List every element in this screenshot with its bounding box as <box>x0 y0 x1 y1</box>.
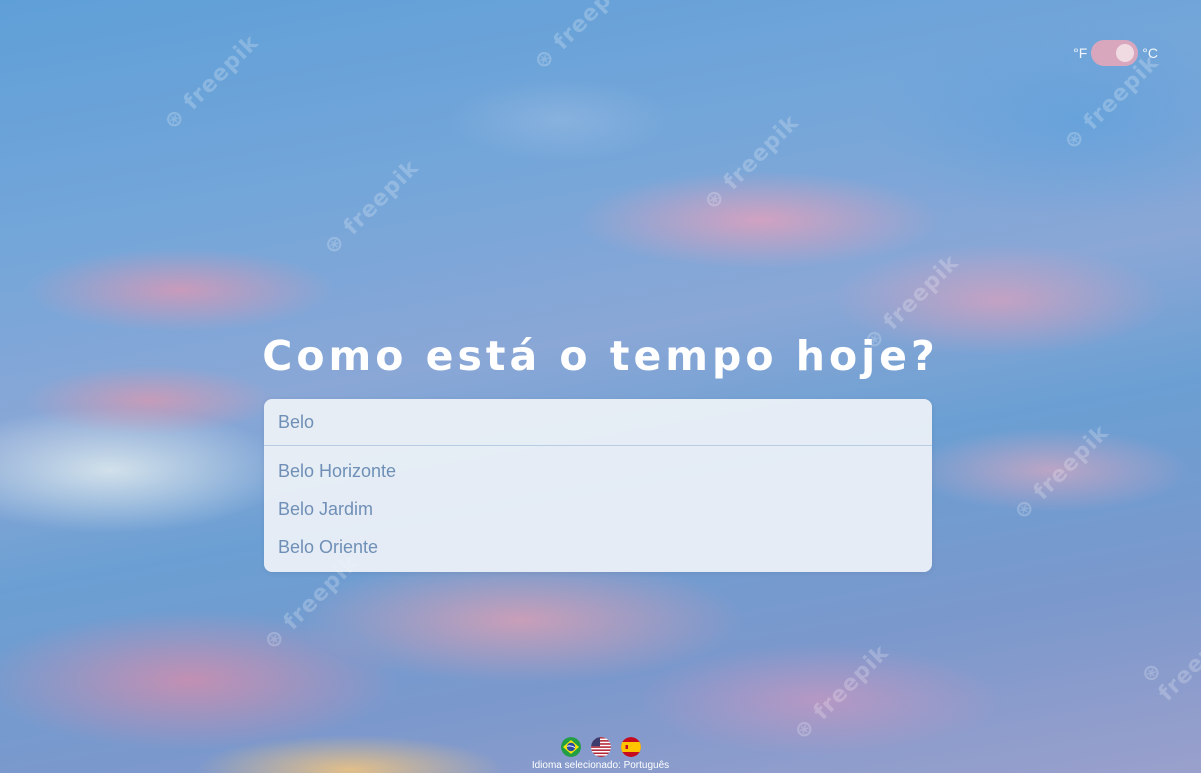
page-title: Como está o tempo hoje? <box>262 332 939 380</box>
watermark: ⊛ freepik <box>529 0 635 75</box>
switch-knob <box>1116 44 1135 62</box>
suggestion-item[interactable]: Belo Horizonte <box>264 452 932 490</box>
watermark: ⊛ freepik <box>699 110 805 215</box>
celsius-label: °C <box>1142 45 1158 61</box>
watermark: ⊛ freepik <box>319 155 425 260</box>
watermark: ⊛ freepik <box>159 30 265 135</box>
watermark: ⊛ freepik <box>1136 621 1201 707</box>
watermark: ⊛ freepik <box>1009 420 1115 525</box>
suggestion-item[interactable]: Belo Jardim <box>264 490 932 528</box>
temperature-unit-toggle: °F °C <box>1073 40 1158 66</box>
city-search-box: Belo Horizonte Belo Jardim Belo Oriente <box>264 399 932 572</box>
language-selector: Idioma selecionado: Português <box>0 737 1201 771</box>
brazil-flag-icon[interactable] <box>560 737 581 757</box>
watermark: ⊛ freepik <box>789 640 895 745</box>
spain-flag-icon[interactable] <box>620 737 641 757</box>
selected-language-label: Idioma selecionado: Português <box>531 760 670 771</box>
unit-switch[interactable] <box>1091 40 1139 66</box>
suggestion-item[interactable]: Belo Oriente <box>264 528 932 566</box>
city-search-input[interactable] <box>264 399 932 446</box>
fahrenheit-label: °F <box>1073 45 1088 61</box>
usa-flag-icon[interactable] <box>590 737 611 757</box>
flag-list <box>0 737 1201 757</box>
suggestion-list: Belo Horizonte Belo Jardim Belo Oriente <box>264 446 932 572</box>
